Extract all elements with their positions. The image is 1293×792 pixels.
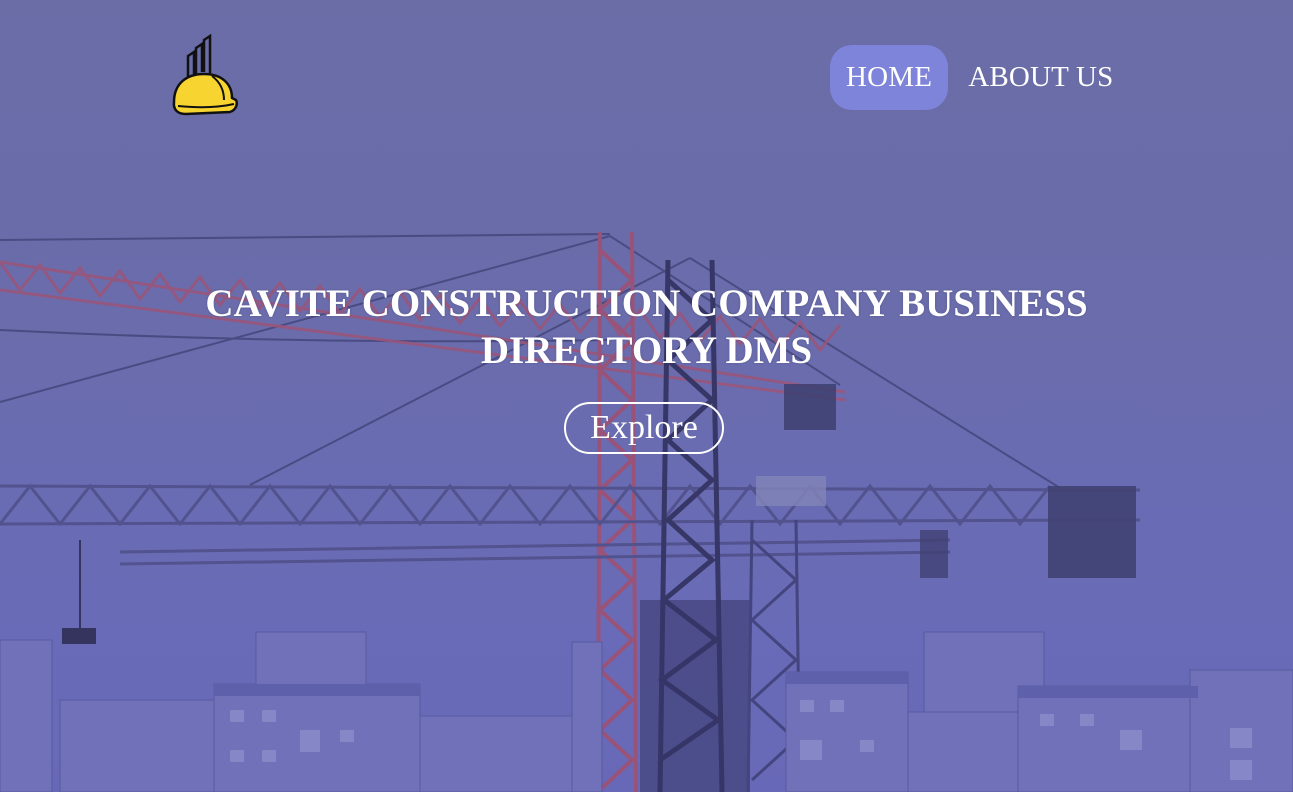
color-overlay <box>0 0 1293 792</box>
explore-button[interactable]: Explore <box>564 402 724 454</box>
hero-title: CAVITE CONSTRUCTION COMPANY BUSINESS DIR… <box>205 282 1088 372</box>
nav-about-us-link[interactable]: ABOUT US <box>952 45 1129 110</box>
hero-section <box>0 0 1293 792</box>
hard-hat-buildings-icon[interactable] <box>168 33 240 116</box>
nav-home-link[interactable]: HOME <box>830 45 949 110</box>
main-nav: HOME ABOUT US <box>830 45 1129 110</box>
